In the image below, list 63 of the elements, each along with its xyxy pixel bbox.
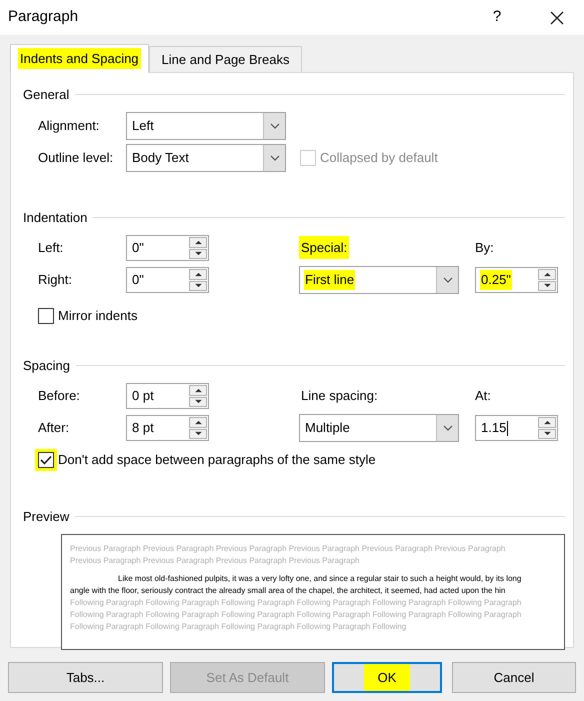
dropdown[interactable]: Multiple (299, 414, 459, 442)
spin-down-button[interactable] (538, 428, 556, 439)
field-label: At: (475, 388, 491, 404)
spin-down-button[interactable] (189, 280, 207, 291)
dialog-button[interactable]: Cancel (452, 662, 576, 693)
triangle-down-icon (194, 283, 202, 288)
spin-up-button[interactable] (538, 269, 556, 280)
spin-field[interactable]: 0 pt (126, 383, 209, 409)
triangle-down-icon (194, 399, 202, 404)
triangle-up-icon (194, 240, 202, 245)
preview-sample-text: Like most old-fashioned pulpits, it was a very lofty one, and since a regular stair to such a height would, by its long angle with the floor, seriously contract the already small area of the chapel, the architect, it seemed, had acted upon the hin (70, 573, 522, 597)
group-heading: Preview (23, 508, 70, 526)
spin-up-button[interactable] (189, 269, 207, 280)
field-label: Alignment: (38, 118, 100, 133)
spin-field[interactable]: 1.15 (475, 415, 558, 441)
field-label: Before: (38, 387, 81, 406)
preview-previous-text: Previous Paragraph Previous Paragraph Previous Paragraph Previous Paragraph Previous Paragraph Previous Paragraph Previous Paragraph Previous Paragraph Previous Paragraph Previous Paragraph (70, 543, 506, 567)
triangle-up-icon (542, 420, 552, 425)
spin-up-button[interactable] (538, 417, 556, 428)
spin-up-button[interactable] (189, 417, 207, 428)
field-label: Special: (299, 236, 350, 260)
field-label: Right: (38, 271, 73, 290)
dialog-button[interactable]: OK (332, 662, 442, 693)
triangle-down-icon (542, 431, 552, 436)
field-label: Left: (38, 239, 64, 258)
tab[interactable]: Line and Page Breaks (148, 46, 302, 72)
spin-down-button[interactable] (538, 280, 556, 291)
dialog-button[interactable]: Tabs... (8, 662, 163, 693)
triangle-up-icon (194, 388, 202, 393)
dropdown[interactable]: First line (299, 266, 459, 294)
spin-field[interactable]: 0.25" (475, 267, 558, 293)
spin-field[interactable]: 0" (126, 267, 209, 293)
spin-down-button[interactable] (189, 428, 207, 439)
group-heading: Spacing (23, 356, 70, 375)
triangle-up-icon (542, 272, 552, 277)
spin-field[interactable]: 0" (126, 235, 209, 261)
dropdown[interactable]: Left (126, 112, 286, 140)
dropdown[interactable]: Body Text (126, 144, 286, 172)
preview-following-text: Following Paragraph Following Paragraph Following Paragraph Following Paragraph Following Paragraph Following Paragraph Following Paragraph Following Paragraph Following Paragraph Following Paragraph Following Paragraph Following Paragraph Following Paragraph Following Paragraph Following Paragraph Following Paragraph Following (70, 597, 522, 633)
triangle-up-icon (194, 420, 202, 425)
checkbox[interactable] (38, 308, 54, 324)
spin-down-button[interactable] (189, 248, 207, 259)
checkbox-label[interactable]: Don't add space between paragraphs of the same style (58, 450, 376, 470)
checkbox[interactable] (38, 452, 54, 468)
field-label: By: (475, 240, 494, 256)
field-label: After: (38, 419, 70, 438)
triangle-down-icon (194, 431, 202, 436)
window-title: Paragraph (8, 7, 80, 28)
spin-up-button[interactable] (189, 385, 207, 396)
group-heading: Indentation (23, 208, 88, 226)
field-label: Line spacing: (300, 387, 379, 406)
field-label: Outline level: (38, 150, 114, 165)
spin-field[interactable]: 8 pt (126, 415, 209, 441)
group-heading: General (23, 86, 70, 104)
text-cursor (507, 420, 508, 436)
spin-up-button[interactable] (189, 237, 207, 248)
triangle-down-icon (542, 283, 552, 288)
triangle-down-icon (194, 251, 202, 256)
tab[interactable]: Indents and Spacing (10, 44, 149, 73)
spin-down-button[interactable] (189, 396, 207, 407)
triangle-up-icon (194, 272, 202, 277)
help-button[interactable]: ? (482, 6, 512, 29)
checkbox-label[interactable]: Mirror indents (58, 306, 138, 326)
